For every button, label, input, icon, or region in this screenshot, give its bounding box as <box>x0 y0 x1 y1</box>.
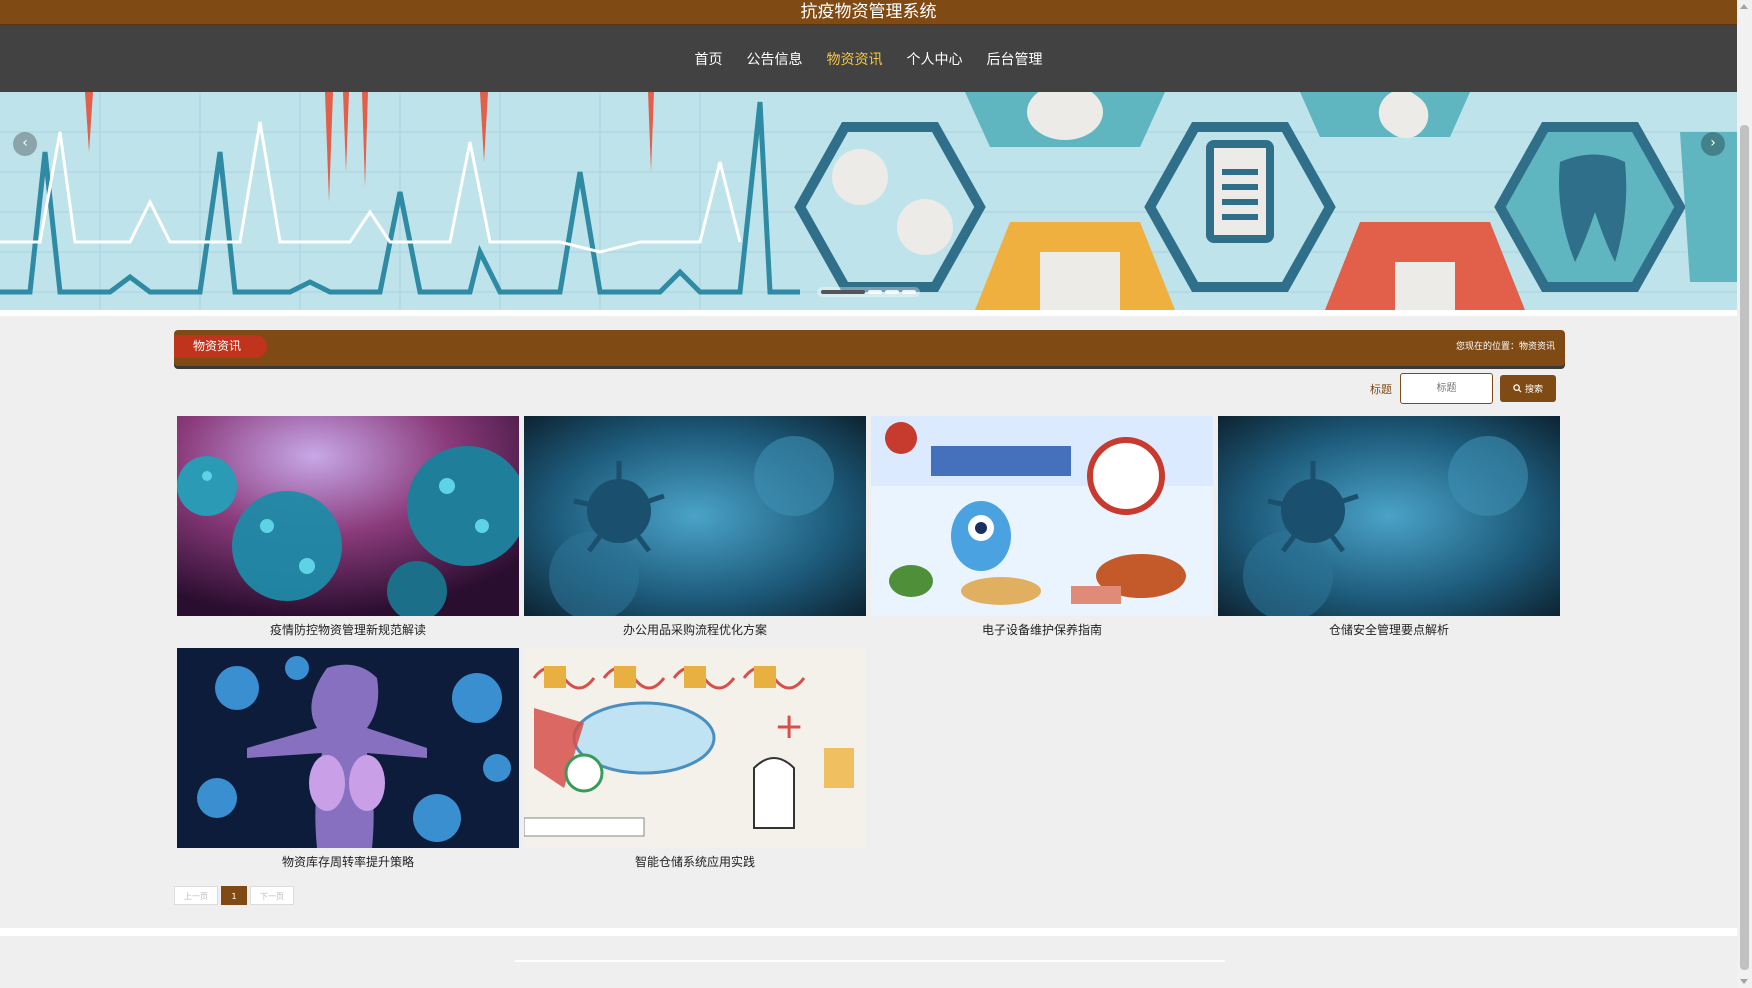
carousel-prev-button[interactable]: ‹ <box>13 132 37 156</box>
carousel-dot[interactable] <box>885 290 899 294</box>
chevron-left-icon: ‹ <box>22 135 28 151</box>
virus-image <box>177 416 519 616</box>
news-thumbnail[interactable] <box>1218 416 1560 616</box>
news-card[interactable]: 电子设备维护保养指南 <box>871 416 1213 641</box>
nav-item-home[interactable]: 首页 <box>694 49 724 69</box>
page-scrollbar[interactable] <box>1737 0 1752 988</box>
carousel-indicators <box>817 287 920 297</box>
banner-image <box>0 92 1737 310</box>
search-button[interactable]: 搜索 <box>1500 375 1556 402</box>
search-bar: 标题 搜索 <box>1370 373 1556 404</box>
scroll-down-arrow-icon[interactable] <box>1740 979 1748 984</box>
news-title[interactable]: 疫情防控物资管理新规范解读 <box>177 621 519 638</box>
chevron-right-icon: › <box>1710 135 1716 151</box>
news-title[interactable]: 智能仓储系统应用实践 <box>524 853 866 870</box>
news-title[interactable]: 电子设备维护保养指南 <box>871 621 1213 638</box>
news-card[interactable]: 仓储安全管理要点解析 <box>1218 416 1560 641</box>
news-thumbnail[interactable] <box>177 416 519 616</box>
carousel-dot[interactable] <box>868 290 882 294</box>
news-title[interactable]: 办公用品采购流程优化方案 <box>524 621 866 638</box>
news-card[interactable]: 物资库存周转率提升策略 <box>177 648 519 873</box>
news-card[interactable]: 办公用品采购流程优化方案 <box>524 416 866 641</box>
section-header: 物资资讯 您现在的位置：物资资讯 <box>174 330 1565 366</box>
news-title[interactable]: 仓储安全管理要点解析 <box>1218 621 1560 638</box>
carousel-dot[interactable] <box>821 290 865 294</box>
nav-item-announcements[interactable]: 公告信息 <box>746 49 804 69</box>
page-number-button[interactable]: 1 <box>221 886 247 905</box>
main-nav: 首页 公告信息 物资资讯 个人中心 后台管理 <box>0 25 1737 92</box>
scroll-up-arrow-icon[interactable] <box>1740 4 1748 9</box>
news-card[interactable]: + 智能仓储系统应用实践 <box>524 648 866 873</box>
prev-page-button[interactable]: 上一页 <box>174 886 218 905</box>
section-tab: 物资资讯 <box>174 335 267 358</box>
news-thumbnail[interactable] <box>177 648 519 848</box>
divider <box>0 310 1737 316</box>
virus-image <box>1218 416 1560 616</box>
banner-carousel[interactable]: ‹ › <box>0 92 1737 310</box>
footer-divider <box>515 960 1225 962</box>
drawing-image: + <box>524 648 866 848</box>
news-card[interactable]: 疫情防控物资管理新规范解读 <box>177 416 519 641</box>
next-page-button[interactable]: 下一页 <box>250 886 294 905</box>
svg-text:+: + <box>774 706 804 747</box>
poster-image <box>871 416 1213 616</box>
scroll-thumb[interactable] <box>1740 125 1749 970</box>
search-label: 标题 <box>1370 382 1392 396</box>
news-thumbnail[interactable] <box>871 416 1213 616</box>
news-title[interactable]: 物资库存周转率提升策略 <box>177 853 519 870</box>
human-virus-image <box>177 648 519 848</box>
pagination: 上一页 1 下一页 <box>174 886 294 905</box>
carousel-dot[interactable] <box>902 290 916 294</box>
search-button-label: 搜索 <box>1524 385 1543 395</box>
breadcrumb-prefix: 您现在的位置： <box>1455 342 1519 352</box>
nav-item-admin[interactable]: 后台管理 <box>986 49 1044 69</box>
site-title: 抗疫物资管理系统 <box>0 0 1737 25</box>
virus-image <box>524 416 866 616</box>
breadcrumb: 您现在的位置：物资资讯 <box>1456 339 1555 352</box>
carousel-next-button[interactable]: › <box>1701 132 1725 156</box>
news-thumbnail[interactable] <box>524 416 866 616</box>
search-icon <box>1513 384 1522 393</box>
search-input[interactable] <box>1400 373 1493 404</box>
footer <box>0 928 1737 988</box>
breadcrumb-current[interactable]: 物资资讯 <box>1519 342 1555 352</box>
nav-item-supply-news[interactable]: 物资资讯 <box>826 49 884 69</box>
nav-item-profile[interactable]: 个人中心 <box>906 49 964 69</box>
news-thumbnail[interactable]: + <box>524 648 866 848</box>
